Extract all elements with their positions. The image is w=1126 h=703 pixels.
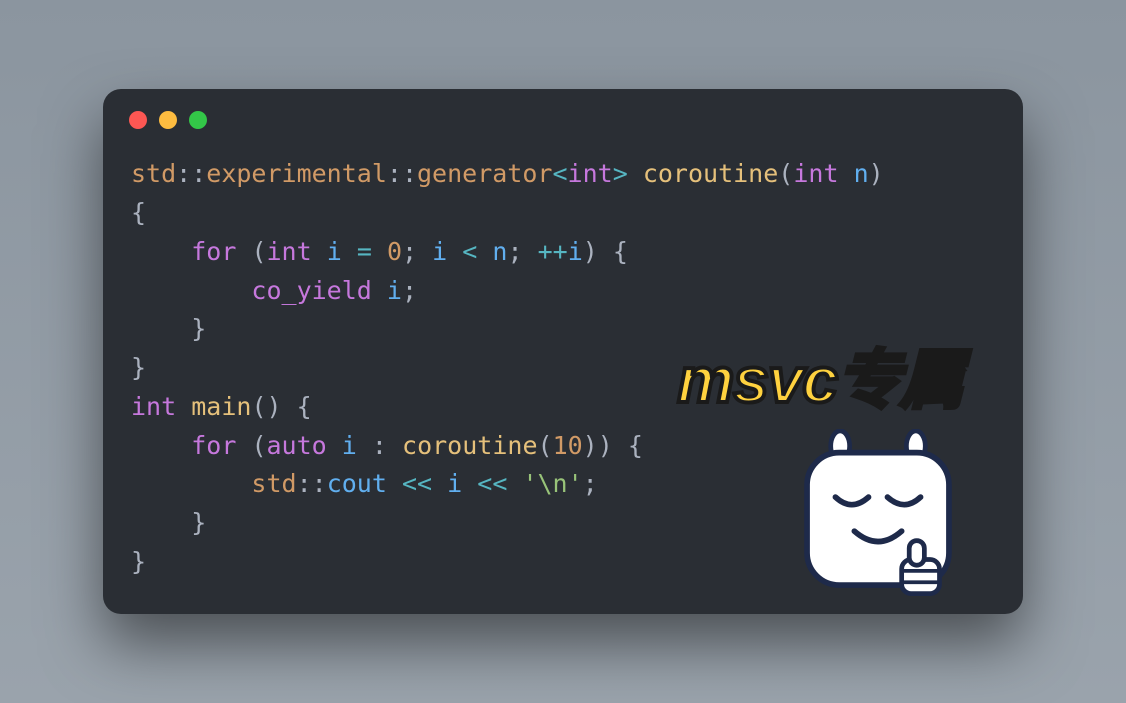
code-token xyxy=(613,431,628,460)
code-token xyxy=(523,237,538,266)
code-token xyxy=(372,276,387,305)
code-token: ; xyxy=(507,237,522,266)
code-token: { xyxy=(613,237,628,266)
code-token: { xyxy=(297,392,312,421)
code-token xyxy=(387,431,402,460)
code-token: for xyxy=(191,431,236,460)
code-token: 0 xyxy=(387,237,402,266)
code-token: 10 xyxy=(553,431,583,460)
code-token: :: xyxy=(387,159,417,188)
code-token: << xyxy=(477,469,507,498)
code-token xyxy=(131,431,191,460)
code-token: } xyxy=(131,547,146,576)
code-token xyxy=(387,469,402,498)
code-token xyxy=(131,469,251,498)
code-token: auto xyxy=(267,431,327,460)
mascot-icon xyxy=(783,429,973,604)
code-token: < xyxy=(462,237,477,266)
code-token xyxy=(839,159,854,188)
code-token: cout xyxy=(327,469,387,498)
code-token: co_yield xyxy=(251,276,371,305)
code-token: << xyxy=(402,469,432,498)
code-token xyxy=(372,237,387,266)
titlebar xyxy=(103,89,1023,141)
code-token xyxy=(447,237,462,266)
code-token: ; xyxy=(402,237,417,266)
code-token: :: xyxy=(297,469,327,498)
code-token xyxy=(131,276,251,305)
code-token xyxy=(598,237,613,266)
code-token xyxy=(628,159,643,188)
code-token: coroutine xyxy=(643,159,778,188)
code-token xyxy=(236,431,251,460)
overlay-label: msvc专属 xyxy=(677,329,963,421)
code-token: i xyxy=(342,431,357,460)
code-token: : xyxy=(372,431,387,460)
code-token: i xyxy=(387,276,402,305)
code-token: { xyxy=(628,431,643,460)
code-token: :: xyxy=(176,159,206,188)
code-token xyxy=(417,237,432,266)
code-token xyxy=(462,469,477,498)
code-token xyxy=(342,237,357,266)
code-token: ( xyxy=(538,431,553,460)
code-token: ++ xyxy=(538,237,568,266)
code-token: experimental xyxy=(206,159,387,188)
code-token: std xyxy=(251,469,296,498)
minimize-icon[interactable] xyxy=(159,111,177,129)
code-token: < xyxy=(552,159,567,188)
code-token xyxy=(282,392,297,421)
code-token: i xyxy=(432,237,447,266)
code-window: std::experimental::generator<int> corout… xyxy=(103,89,1023,613)
code-token: int xyxy=(131,392,176,421)
code-token: '\n' xyxy=(522,469,582,498)
code-token xyxy=(477,237,492,266)
code-token xyxy=(432,469,447,498)
code-token xyxy=(327,431,342,460)
code-token xyxy=(131,237,191,266)
code-token: ; xyxy=(583,469,598,498)
code-token: std xyxy=(131,159,176,188)
code-token: } xyxy=(131,508,206,537)
code-token: = xyxy=(357,237,372,266)
code-token: } xyxy=(131,314,206,343)
code-token: ( xyxy=(778,159,793,188)
code-token: ) xyxy=(583,431,598,460)
code-token: ; xyxy=(402,276,417,305)
code-token: } xyxy=(131,353,146,382)
code-token: int xyxy=(568,159,613,188)
code-token: > xyxy=(613,159,628,188)
code-token: { xyxy=(131,198,146,227)
code-token: generator xyxy=(417,159,552,188)
code-token: ) xyxy=(869,159,884,188)
code-token: n xyxy=(854,159,869,188)
code-token: i xyxy=(447,469,462,498)
code-token xyxy=(357,431,372,460)
code-token: i xyxy=(327,237,342,266)
code-token: coroutine xyxy=(402,431,537,460)
code-token: ( xyxy=(251,237,266,266)
close-icon[interactable] xyxy=(129,111,147,129)
code-token: i xyxy=(568,237,583,266)
code-token: main xyxy=(191,392,251,421)
code-token: int xyxy=(267,237,312,266)
code-token: ( xyxy=(251,431,266,460)
code-token: ) xyxy=(583,237,598,266)
code-token xyxy=(507,469,522,498)
code-token: n xyxy=(492,237,507,266)
code-token xyxy=(176,392,191,421)
code-token: ) xyxy=(598,431,613,460)
code-token: for xyxy=(191,237,236,266)
code-token: () xyxy=(251,392,281,421)
code-token xyxy=(236,237,251,266)
code-token: int xyxy=(793,159,838,188)
code-token xyxy=(312,237,327,266)
maximize-icon[interactable] xyxy=(189,111,207,129)
